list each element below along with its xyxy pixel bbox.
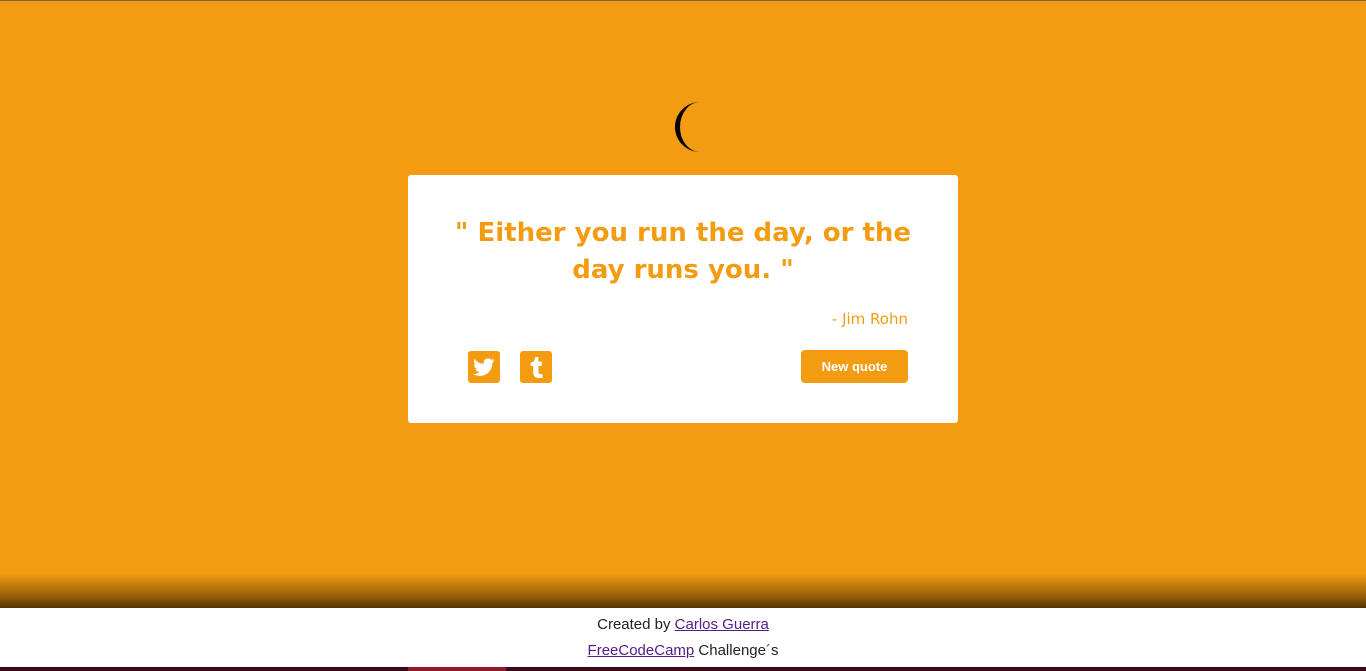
footer-challenges: Challenge´s bbox=[694, 642, 779, 659]
new-quote-button[interactable]: New quote bbox=[801, 350, 908, 383]
bottom-strip-accent bbox=[408, 667, 506, 671]
freecodecamp-link[interactable]: FreeCodeCamp bbox=[588, 642, 695, 659]
bottom-strip bbox=[0, 667, 1366, 671]
twitter-icon bbox=[473, 357, 495, 376]
footer-credit: Created by Carlos Guerra bbox=[0, 616, 1366, 634]
quote-author: - Jim Rohn bbox=[831, 310, 908, 328]
stage-shadow bbox=[0, 574, 1366, 608]
quote-card: " Either you run the day, or the day run… bbox=[408, 175, 958, 423]
footer-challenge: FreeCodeCamp Challenge´s bbox=[0, 642, 1366, 660]
tweet-quote-button[interactable] bbox=[468, 351, 500, 383]
quote-text: " Either you run the day, or the day run… bbox=[454, 218, 912, 285]
footer-created-by: Created by bbox=[597, 616, 675, 633]
footer: Created by Carlos Guerra FreeCodeCamp Ch… bbox=[0, 608, 1366, 667]
quote-stage: " Either you run the day, or the day run… bbox=[0, 1, 1366, 608]
tumblr-quote-button[interactable] bbox=[520, 351, 552, 383]
tumblr-icon bbox=[530, 357, 543, 378]
moon-icon bbox=[674, 102, 700, 152]
author-link[interactable]: Carlos Guerra bbox=[675, 616, 769, 633]
